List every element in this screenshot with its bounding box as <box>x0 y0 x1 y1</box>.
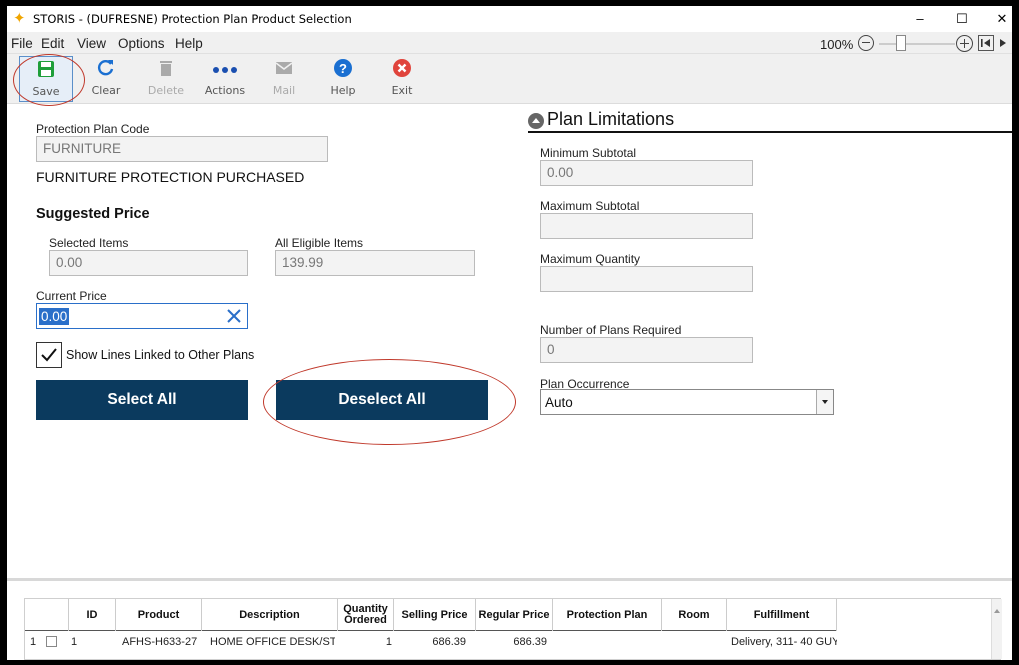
menu-file[interactable]: File <box>11 36 33 51</box>
zoom-slider-track[interactable] <box>879 43 955 45</box>
max-subtotal-field[interactable] <box>540 213 753 239</box>
row-number: 1 <box>30 636 37 648</box>
plan-limitations-divider <box>528 131 1012 133</box>
cell-product: AFHS-H633-27 <box>122 636 198 648</box>
app-window: ✦ STORIS - (DUFRESNE) Protection Plan Pr… <box>7 6 1012 660</box>
column-header-fulfillment[interactable]: Fulfillment <box>727 599 837 631</box>
panel-splitter[interactable] <box>7 578 1012 581</box>
help-icon: ? <box>317 58 369 82</box>
collapse-up-icon[interactable] <box>528 113 544 129</box>
checkmark-icon <box>41 348 57 362</box>
grid-corner <box>25 599 69 631</box>
selected-items-label: Selected Items <box>49 236 129 250</box>
column-header-id[interactable]: ID <box>69 599 116 631</box>
min-subtotal-field[interactable]: 0.00 <box>540 160 753 186</box>
column-header-room[interactable]: Room <box>662 599 727 631</box>
cell-id: 1 <box>71 636 78 648</box>
grid-header: ID Product Description Quantity Ordered … <box>25 599 837 631</box>
clear-button[interactable]: Clear <box>80 56 132 102</box>
plans-required-label: Number of Plans Required <box>540 323 682 337</box>
menu-view[interactable]: View <box>77 36 106 51</box>
column-header-selling-price[interactable]: Selling Price <box>394 599 476 631</box>
grid-vertical-scrollbar[interactable] <box>991 599 1002 659</box>
actions-button[interactable]: Actions <box>199 56 251 102</box>
exit-button[interactable]: Exit <box>376 56 428 102</box>
zoom-out-icon[interactable] <box>858 35 874 51</box>
help-button[interactable]: ? Help <box>317 56 369 102</box>
selected-items-field[interactable]: 0.00 <box>49 250 248 276</box>
window-title: STORIS - (DUFRESNE) Protection Plan Prod… <box>33 12 352 26</box>
menu-bar: File Edit View Options Help 100% <box>7 32 1012 54</box>
zoom-in-icon[interactable] <box>956 35 973 52</box>
plan-limitations-title: Plan Limitations <box>547 109 675 129</box>
plan-occurrence-value: Auto <box>545 395 573 410</box>
svg-text:?: ? <box>339 61 347 76</box>
minimize-button[interactable]: – <box>900 8 940 30</box>
plan-occurrence-select[interactable]: Auto <box>540 389 834 415</box>
max-subtotal-label: Maximum Subtotal <box>540 199 640 213</box>
deselect-annotation-circle <box>263 359 516 445</box>
cell-fulfillment: Delivery, 311- 40 GUY <box>731 636 837 648</box>
select-all-button[interactable]: Select All <box>36 380 248 420</box>
row-checkbox[interactable] <box>46 636 57 647</box>
plan-code-label: Protection Plan Code <box>36 122 150 136</box>
current-price-value: 0.00 <box>39 308 70 325</box>
column-header-regular-price[interactable]: Regular Price <box>476 599 553 631</box>
clear-x-icon[interactable] <box>225 307 243 325</box>
product-grid: ID Product Description Quantity Ordered … <box>24 598 1002 660</box>
refresh-icon <box>80 58 132 82</box>
all-eligible-field[interactable]: 139.99 <box>275 250 475 276</box>
cell-quantity: 1 <box>385 636 392 648</box>
title-bar: ✦ STORIS - (DUFRESNE) Protection Plan Pr… <box>7 6 1012 32</box>
close-button[interactable]: ✕ <box>982 8 1012 30</box>
show-linked-checkbox[interactable] <box>36 342 62 368</box>
max-quantity-label: Maximum Quantity <box>540 252 641 266</box>
menu-help[interactable]: Help <box>175 36 203 51</box>
suggested-price-heading: Suggested Price <box>36 206 150 222</box>
mail-icon <box>258 58 310 82</box>
nav-first-icon[interactable] <box>978 35 994 51</box>
chevron-down-icon[interactable] <box>816 390 833 414</box>
cell-description: HOME OFFICE DESK/STARM <box>210 636 335 648</box>
zoom-slider-thumb[interactable] <box>896 35 906 51</box>
min-subtotal-label: Minimum Subtotal <box>540 146 637 160</box>
storis-logo-icon: ✦ <box>13 10 26 27</box>
maximize-button[interactable]: ☐ <box>942 8 982 30</box>
nav-next-icon[interactable] <box>996 35 1012 51</box>
show-linked-label: Show Lines Linked to Other Plans <box>66 348 255 362</box>
column-header-product[interactable]: Product <box>116 599 202 631</box>
trash-icon <box>140 58 192 82</box>
cell-selling-price: 686.39 <box>432 636 466 648</box>
toolbar: Save Clear Delete Actions Mail ? Help Ex… <box>7 54 1012 104</box>
plan-code-field[interactable]: FURNITURE <box>36 136 328 162</box>
more-dots-icon <box>199 58 251 82</box>
all-eligible-label: All Eligible Items <box>275 236 364 250</box>
column-header-protection-plan[interactable]: Protection Plan <box>553 599 662 631</box>
column-header-description[interactable]: Description <box>202 599 338 631</box>
current-price-label: Current Price <box>36 289 107 303</box>
plans-required-field[interactable]: 0 <box>540 337 753 363</box>
exit-x-icon <box>376 58 428 82</box>
save-annotation-circle <box>13 54 85 106</box>
current-price-input[interactable]: 0.00 <box>36 303 248 329</box>
mail-button[interactable]: Mail <box>258 56 310 102</box>
max-quantity-field[interactable] <box>540 266 753 292</box>
menu-options[interactable]: Options <box>118 36 165 51</box>
column-header-quantity[interactable]: Quantity Ordered <box>338 599 394 631</box>
menu-edit[interactable]: Edit <box>41 36 64 51</box>
cell-regular-price: 686.39 <box>513 636 547 648</box>
plan-description: FURNITURE PROTECTION PURCHASED <box>36 169 305 185</box>
zoom-level: 100% <box>820 37 854 52</box>
delete-button[interactable]: Delete <box>140 56 192 102</box>
